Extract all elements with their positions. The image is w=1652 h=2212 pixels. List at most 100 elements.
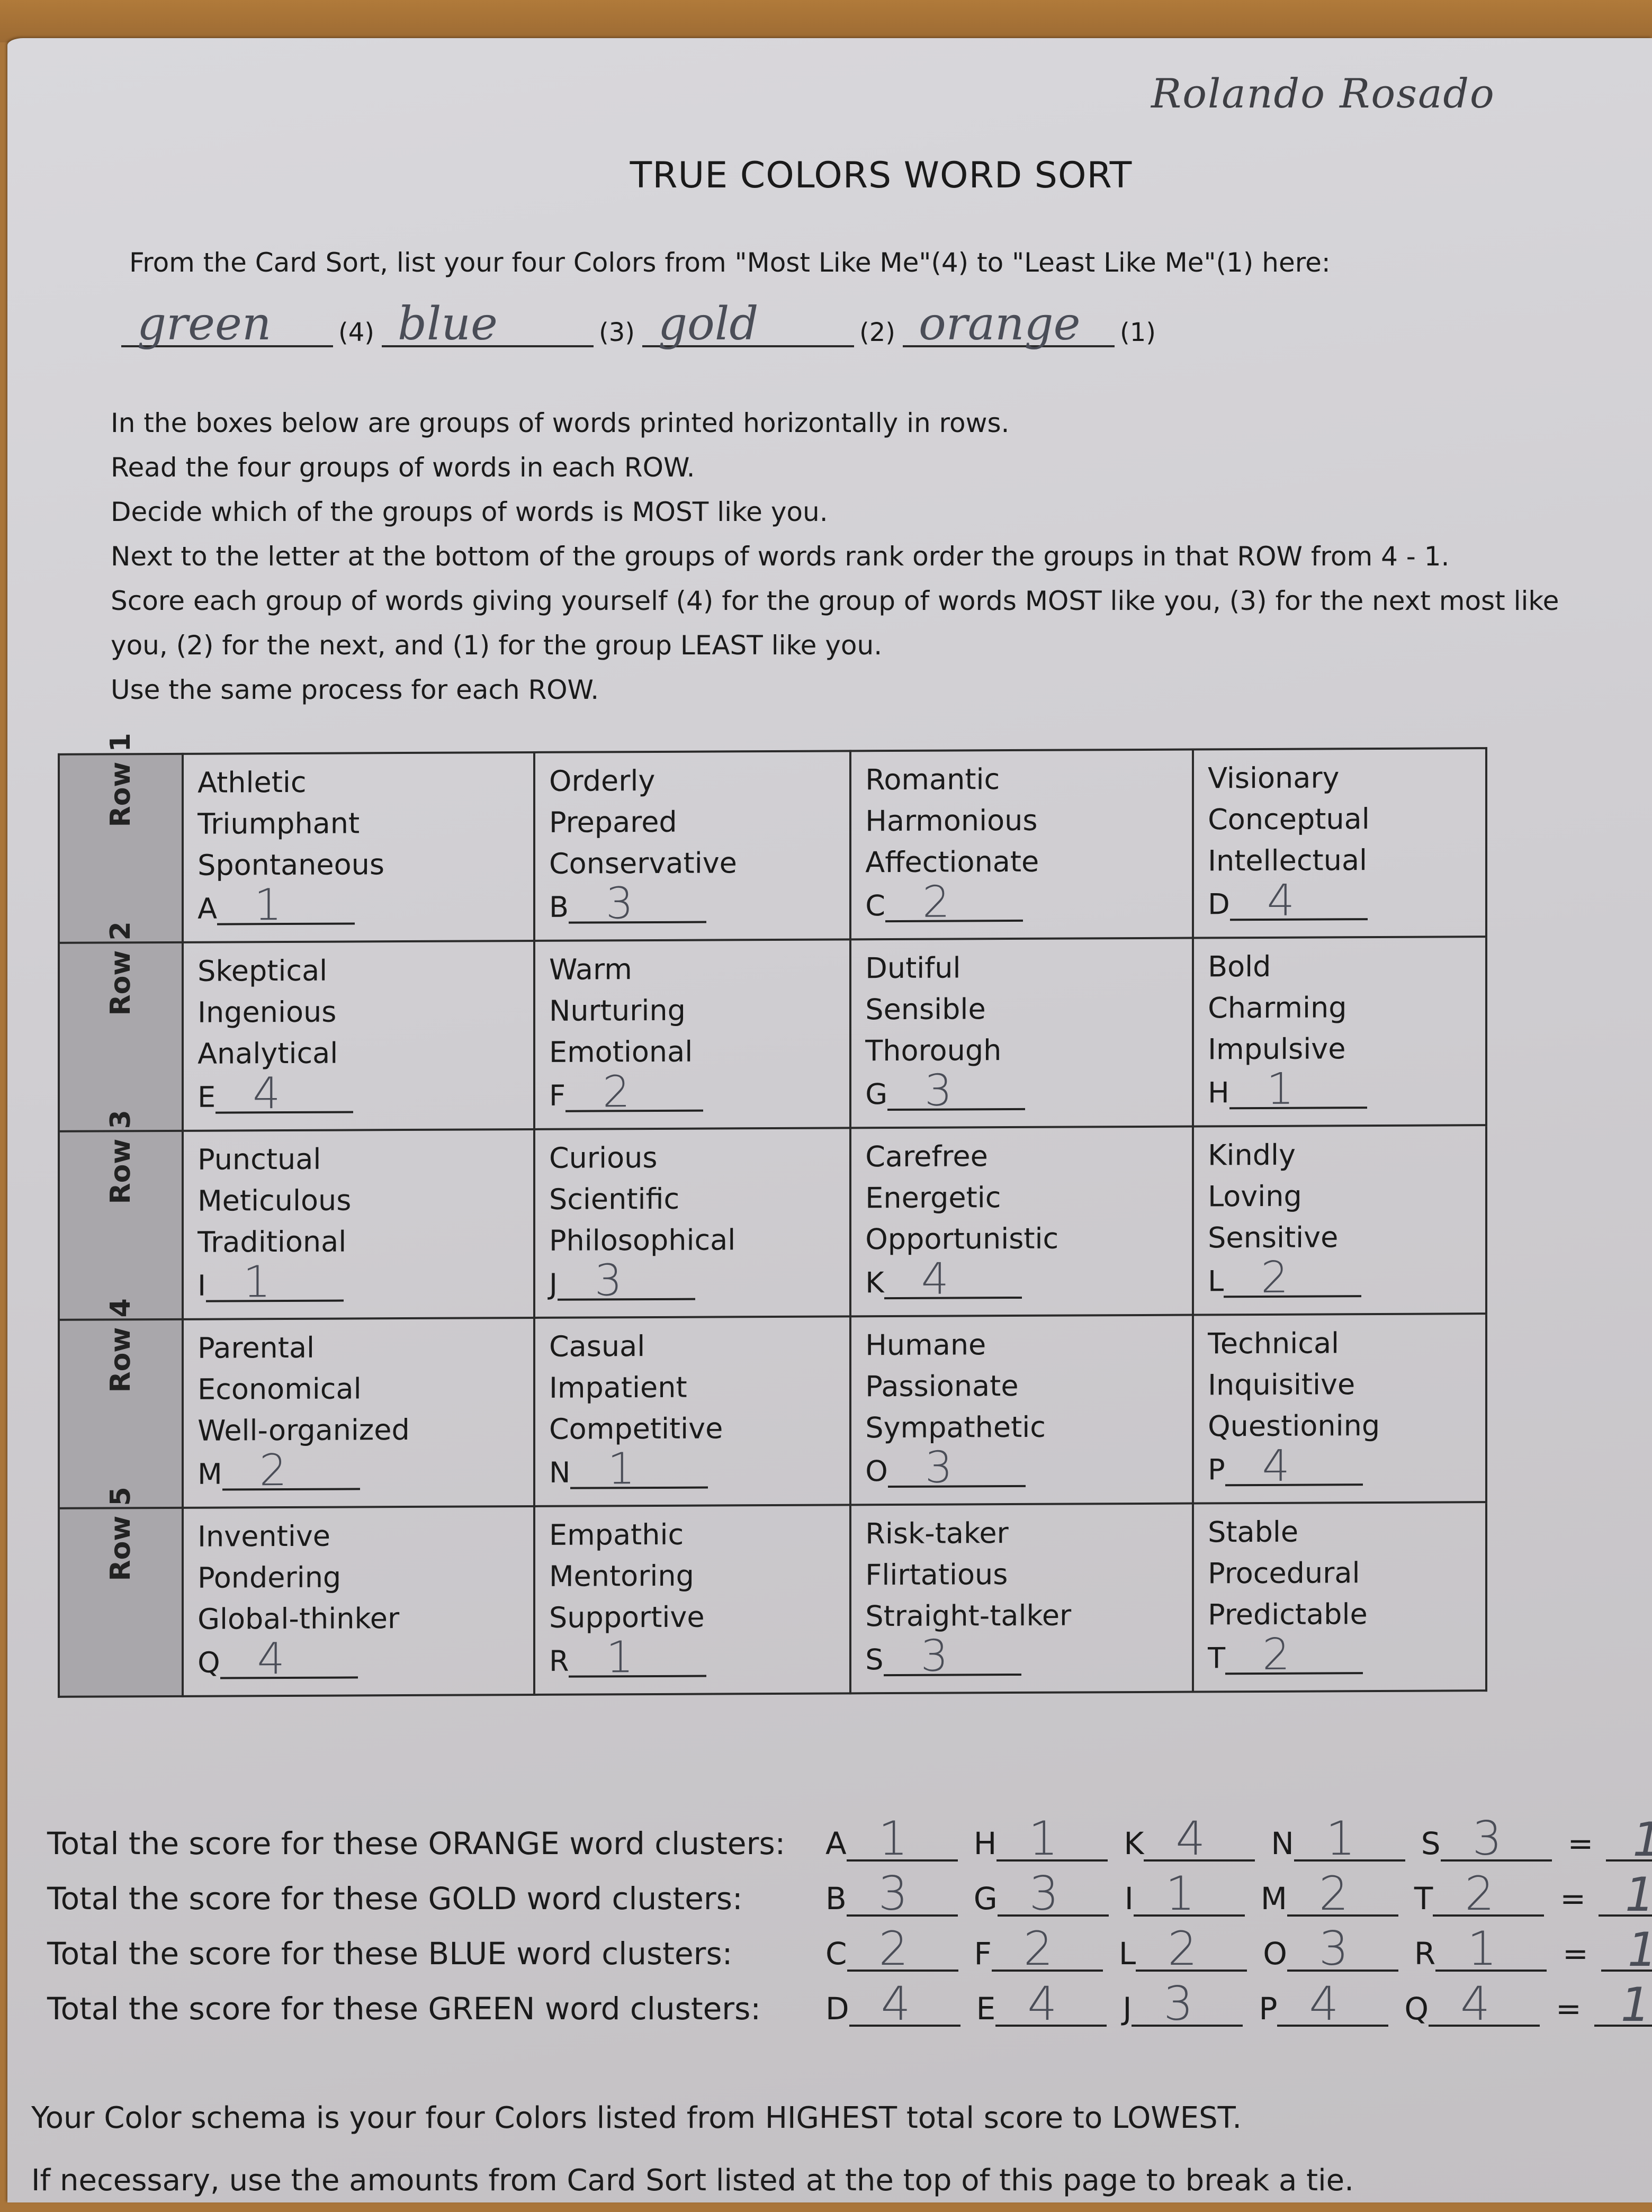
score-field[interactable]: 2 (885, 877, 1023, 928)
instruction-line: In the boxes below are groups of words p… (111, 408, 1010, 438)
score-line: F 2 (549, 1067, 836, 1117)
desk-background (0, 0, 1652, 42)
item-score-field[interactable]: 2 (1287, 1866, 1398, 1921)
rank-number: (1) (1120, 318, 1156, 347)
item-score-field[interactable]: 4 (1277, 1976, 1389, 2031)
score-field[interactable]: 2 (222, 1445, 360, 1496)
score-field[interactable]: 1 (570, 1444, 708, 1494)
score-line: H 1 (1208, 1064, 1471, 1114)
instruction-line: Read the four groups of words in each RO… (111, 452, 695, 483)
word: Casual (549, 1329, 645, 1363)
item-score-field[interactable]: 4 (1429, 1976, 1540, 2031)
item-letter: T (1414, 1881, 1433, 1917)
total-sum: 11 (1624, 1867, 1652, 1922)
item-score: 3 (1029, 1866, 1059, 1921)
item-score-field[interactable]: 3 (1132, 1976, 1243, 2031)
item-score: 4 (1309, 1976, 1339, 2031)
score-field[interactable]: 4 (884, 1254, 1022, 1305)
score-field[interactable]: 3 (569, 878, 706, 929)
item-score-field[interactable]: 2 (1136, 1921, 1247, 1976)
word: Curious (549, 1140, 658, 1175)
total-item: B 3 (825, 1866, 958, 1921)
rank-color: orange (919, 298, 1081, 350)
word: Supportive (549, 1600, 705, 1634)
total-label: Total the score for these BLUE word clus… (47, 1936, 733, 1972)
score-line: I 1 (197, 1257, 519, 1307)
word-sort-table: Row 1 Athletic Triumphant Spontaneous A 1 O… (58, 733, 1487, 1698)
total-label: Total the score for these GREEN word clu… (47, 1991, 761, 2027)
word: Technical (1208, 1326, 1340, 1361)
item-score: 2 (1168, 1921, 1198, 1976)
total-sum: 10 (1632, 1812, 1652, 1867)
score-field[interactable]: 3 (557, 1255, 695, 1306)
group-letter: F (549, 1078, 566, 1112)
word: Flirtatious (865, 1558, 1008, 1592)
score-field[interactable]: 2 (1225, 1630, 1363, 1680)
word-group-cell: Technical Inquisitive Questioning P 4 (1193, 1314, 1486, 1504)
instruction-line: Decide which of the groups of words is M… (111, 497, 828, 527)
word: Global-thinker (197, 1602, 400, 1636)
word: Dutiful (865, 951, 961, 985)
total-row: Total the score for these BLUE word clus… (47, 1917, 1652, 1977)
item-score-field[interactable]: 1 (1294, 1811, 1405, 1866)
item-score-field[interactable]: 1 (1435, 1921, 1547, 1976)
score-field[interactable]: 1 (569, 1632, 707, 1683)
score-field[interactable]: 4 (216, 1068, 354, 1119)
score-value: 4 (1262, 1441, 1290, 1491)
rank-color: gold (658, 298, 759, 350)
item-score-field[interactable]: 2 (847, 1921, 958, 1976)
item-score-field[interactable]: 1 (996, 1811, 1108, 1866)
score-field[interactable]: 1 (206, 1257, 344, 1307)
score-field[interactable]: 4 (1225, 1441, 1363, 1491)
rank-field[interactable]: green (121, 298, 333, 350)
item-score-field[interactable]: 3 (1440, 1811, 1552, 1866)
rank-field[interactable]: gold (642, 298, 854, 350)
item-score-field[interactable]: 4 (1144, 1811, 1255, 1866)
item-score-field[interactable]: 1 (1133, 1866, 1245, 1921)
item-score: 2 (1318, 1866, 1349, 1921)
score-field[interactable]: 2 (1224, 1253, 1362, 1303)
group-letter: R (549, 1644, 569, 1678)
word: Punctual (197, 1142, 321, 1176)
word: Carefree (865, 1139, 988, 1174)
item-score-field[interactable]: 3 (1287, 1921, 1398, 1976)
item-score-field[interactable]: 4 (849, 1976, 960, 2031)
item-score-field[interactable]: 3 (997, 1866, 1109, 1921)
score-field[interactable]: 3 (887, 1443, 1026, 1493)
item-score-field[interactable]: 4 (995, 1976, 1107, 2031)
total-item: K 4 (1124, 1811, 1255, 1866)
score-field[interactable]: 4 (1229, 876, 1368, 926)
item-letter: E (976, 1991, 996, 2027)
word: Charming (1208, 991, 1347, 1025)
group-letter: I (197, 1269, 206, 1302)
score-value: 1 (606, 1632, 634, 1683)
score-field[interactable]: 3 (887, 1066, 1026, 1116)
score-field[interactable]: 3 (883, 1631, 1021, 1682)
item-score-field[interactable]: 1 (846, 1811, 958, 1866)
score-field[interactable]: 2 (565, 1067, 704, 1117)
total-sum-field[interactable]: 14 (1601, 1922, 1652, 1977)
item-letter: S (1421, 1826, 1441, 1862)
rank-field[interactable]: orange (903, 298, 1115, 350)
item-score-field[interactable]: 3 (846, 1866, 958, 1921)
total-sum-field[interactable]: 10 (1606, 1812, 1652, 1867)
total-item: M 2 (1261, 1866, 1398, 1921)
total-sum-field[interactable]: 11 (1598, 1867, 1652, 1922)
total-sum-field[interactable]: 19 (1594, 1977, 1652, 2032)
word: Conservative (549, 846, 737, 880)
word: Spontaneous (197, 848, 385, 882)
equals-sign: = (1563, 1936, 1588, 1972)
color-totals: Total the score for these ORANGE word cl… (47, 1806, 1652, 2032)
group-letter: B (549, 890, 569, 924)
rank-field[interactable]: blue (382, 298, 594, 350)
row-label-cell: Row 5 (59, 1487, 183, 1697)
item-letter: H (973, 1826, 997, 1862)
score-field[interactable]: 4 (220, 1634, 358, 1684)
group-letter: J (549, 1267, 558, 1301)
item-score-field[interactable]: 2 (1433, 1866, 1545, 1921)
score-field[interactable]: 1 (1229, 1064, 1367, 1114)
score-field[interactable]: 1 (217, 880, 355, 930)
row-label: Row 4 (105, 1298, 137, 1393)
word: Sensitive (1208, 1220, 1339, 1255)
item-score-field[interactable]: 2 (991, 1921, 1103, 1976)
